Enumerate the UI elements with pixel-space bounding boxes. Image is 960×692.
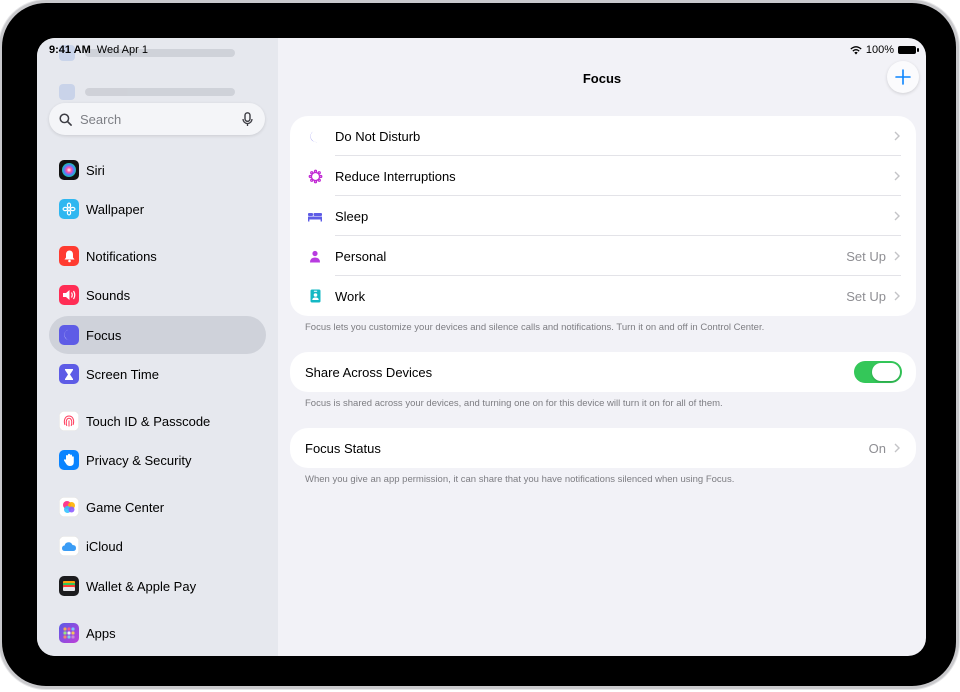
- chevron-right-icon: [894, 443, 900, 453]
- person-icon: [306, 247, 324, 265]
- sidebar-item-wallpaper[interactable]: Wallpaper: [49, 190, 266, 228]
- focus-modes-list: Do Not Disturb Reduce Interruptions Slee…: [290, 116, 916, 316]
- row-label: Share Across Devices: [305, 364, 433, 380]
- sidebar-item-label: Notifications: [86, 248, 157, 264]
- row-value: Set Up: [846, 248, 886, 264]
- reduce-interruptions-icon: [306, 167, 324, 185]
- search-input[interactable]: [78, 110, 232, 128]
- search-field[interactable]: [49, 103, 265, 135]
- status-bar-right: 100%: [850, 44, 919, 56]
- sidebar-item-sounds[interactable]: Sounds: [49, 276, 266, 314]
- status-bar-left: 9:41 AM Wed Apr 1: [49, 44, 148, 56]
- share-across-devices-group: Share Across Devices: [290, 352, 916, 392]
- row-label: Work: [335, 288, 366, 304]
- status-date: Wed Apr 1: [96, 44, 148, 56]
- sidebar-item-label: Sounds: [86, 287, 131, 303]
- sidebar-item-touch-id[interactable]: Touch ID & Passcode: [49, 402, 266, 440]
- cloud-icon: [59, 536, 79, 556]
- hourglass-icon: [59, 364, 79, 384]
- wallpaper-icon: [59, 199, 79, 219]
- microphone-icon[interactable]: [242, 111, 253, 127]
- status-footnote: When you give an app permission, it can …: [305, 474, 735, 485]
- scrolled-ghost-row: [59, 84, 235, 100]
- search-icon: [59, 112, 72, 126]
- sidebar-item-label: Apps: [86, 625, 116, 641]
- row-label: Personal: [335, 248, 387, 264]
- row-label: Focus Status: [305, 440, 381, 456]
- bell-icon: [59, 246, 79, 266]
- focus-row-sleep[interactable]: Sleep: [290, 196, 916, 236]
- chevron-right-icon: [894, 291, 900, 301]
- sidebar-item-screen-time[interactable]: Screen Time: [49, 355, 266, 393]
- row-label: Reduce Interruptions: [335, 168, 456, 184]
- sidebar-item-focus[interactable]: Focus: [49, 316, 266, 354]
- sidebar-item-apps[interactable]: Apps: [49, 614, 266, 652]
- add-focus-button[interactable]: [887, 61, 919, 93]
- focus-row-work[interactable]: Work Set Up: [290, 276, 916, 316]
- share-across-devices-toggle[interactable]: [854, 361, 902, 383]
- row-value: Set Up: [846, 288, 886, 304]
- hand-icon: [59, 450, 79, 470]
- wifi-icon: [850, 45, 862, 55]
- sidebar-item-game-center[interactable]: Game Center: [49, 488, 266, 526]
- sidebar-item-wallet[interactable]: Wallet & Apple Pay: [49, 567, 266, 605]
- sidebar-item-label: Game Center: [86, 499, 165, 515]
- share-across-devices-row: Share Across Devices: [290, 352, 916, 392]
- share-footnote: Focus is shared across your devices, and…: [305, 398, 723, 409]
- chevron-right-icon: [894, 131, 900, 141]
- sidebar-item-label: Privacy & Security: [86, 452, 192, 468]
- row-label: Do Not Disturb: [335, 128, 421, 144]
- sidebar-item-label: iCloud: [86, 538, 123, 554]
- sidebar-item-label: Focus: [86, 327, 122, 343]
- moon-icon: [59, 325, 79, 345]
- battery-icon: [898, 46, 919, 54]
- sidebar-item-siri[interactable]: Siri: [49, 151, 266, 189]
- moon-icon: [306, 127, 324, 145]
- fingerprint-icon: [59, 411, 79, 431]
- sidebar-item-label: Siri: [86, 162, 105, 178]
- sidebar-item-icloud[interactable]: iCloud: [49, 527, 266, 565]
- focus-row-personal[interactable]: Personal Set Up: [290, 236, 916, 276]
- work-badge-icon: [306, 287, 324, 305]
- page-title: Focus: [582, 71, 622, 86]
- chevron-right-icon: [894, 251, 900, 261]
- sidebar-item-privacy-security[interactable]: Privacy & Security: [49, 441, 266, 479]
- focus-row-reduce-interruptions[interactable]: Reduce Interruptions: [290, 156, 916, 196]
- apps-icon: [59, 623, 79, 643]
- speaker-icon: [59, 285, 79, 305]
- wallet-icon: [59, 576, 79, 596]
- row-label: Sleep: [335, 208, 369, 224]
- game-center-icon: [59, 497, 79, 517]
- device-bezel: 9:41 AM Wed Apr 1 Siri: [2, 3, 956, 686]
- sidebar-item-label: Screen Time: [86, 366, 159, 382]
- sidebar-item-label: Wallet & Apple Pay: [86, 578, 197, 594]
- chevron-right-icon: [894, 171, 900, 181]
- plus-icon: [895, 69, 911, 85]
- focus-footnote: Focus lets you customize your devices an…: [305, 322, 765, 333]
- sidebar: 9:41 AM Wed Apr 1 Siri: [37, 38, 278, 656]
- focus-status-row[interactable]: Focus Status On: [290, 428, 916, 468]
- bed-icon: [306, 207, 324, 225]
- battery-percent: 100%: [865, 44, 894, 56]
- status-time: 9:41 AM: [49, 44, 91, 56]
- screen: 9:41 AM Wed Apr 1 Siri: [37, 38, 926, 656]
- focus-row-do-not-disturb[interactable]: Do Not Disturb: [290, 116, 916, 156]
- main-content: 100% Focus Do Not Disturb Reduce Interru…: [278, 38, 926, 656]
- sidebar-item-label: Touch ID & Passcode: [86, 413, 211, 429]
- toggle-knob: [872, 363, 900, 381]
- focus-status-group: Focus Status On: [290, 428, 916, 468]
- chevron-right-icon: [894, 211, 900, 221]
- sidebar-item-label: Wallpaper: [86, 201, 145, 217]
- sidebar-item-notifications[interactable]: Notifications: [49, 237, 266, 275]
- siri-icon: [59, 160, 79, 180]
- row-value: On: [868, 440, 886, 456]
